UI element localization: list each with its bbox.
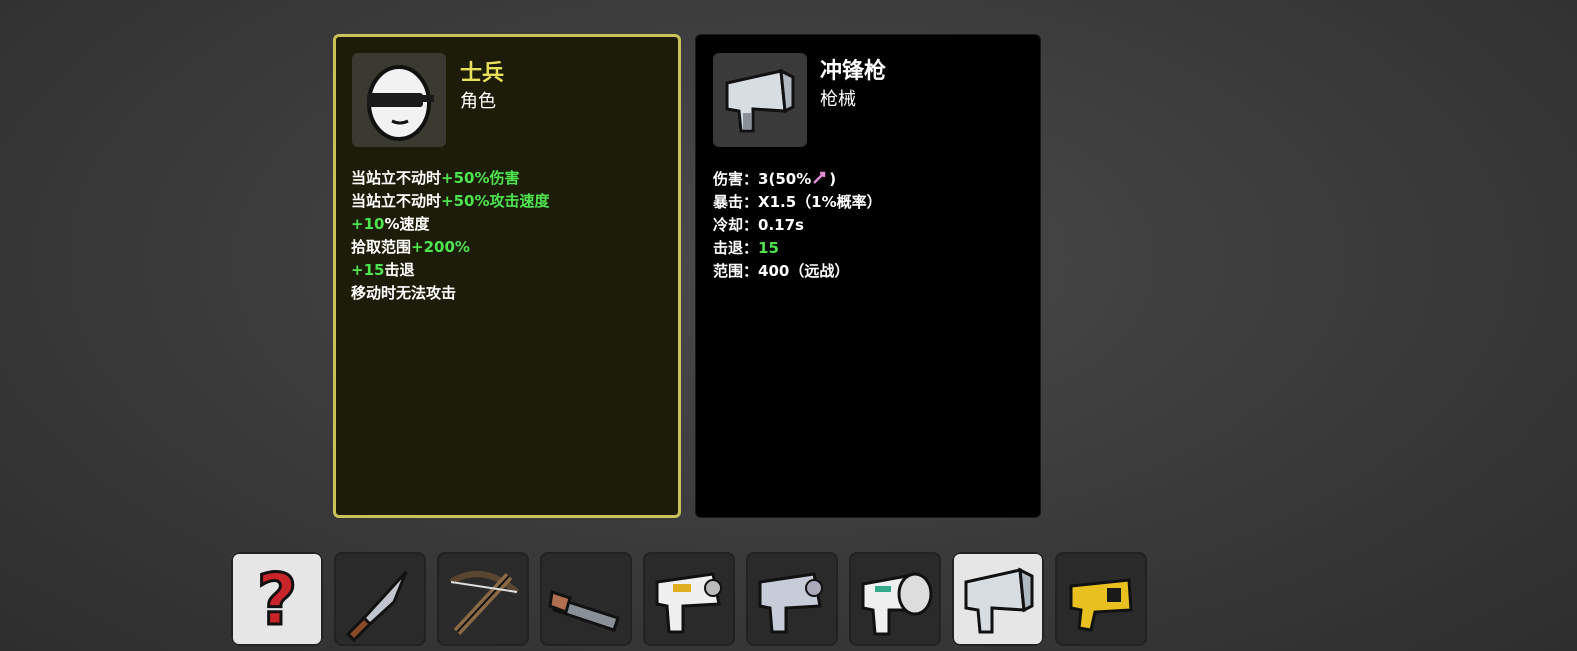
weapon-selection-bar: ? [231,552,1147,646]
soldier-egg-sunglasses-icon [367,65,434,141]
crossbow-icon [449,571,519,636]
stat-separator: ： [743,262,759,280]
double-barrel-shotgun-icon [548,590,620,632]
random-question-icon: ? [255,558,299,643]
stat-label: 范围 [713,262,744,280]
stat-label: 击退 [713,239,744,257]
effect-value: +50%伤害 [441,169,520,187]
weapon-slot[interactable] [952,552,1044,646]
weapon-type: 枪械 [820,89,856,110]
effect-text: 击退 [384,261,415,279]
effect-text: 移动时无法攻击 [351,284,457,302]
character-type: 角色 [460,91,496,112]
effect-text: 当站立不动时 [351,192,442,210]
effect-line: 拾取范围+200% [351,236,550,259]
stat-separator: ： [743,170,759,188]
stat-value: 15 [758,239,779,257]
effect-line: 当站立不动时+50%攻击速度 [351,190,550,213]
effect-value: +200% [411,238,470,256]
effect-line: +15击退 [351,259,550,282]
yellow-blaster-icon [1069,578,1133,632]
stat-value: X1.5（1%概率） [758,193,882,211]
weapon-stats: 伤害：3(50%) 暴击：X1.5（1%概率） 冷却：0.17s 击退：15 范围：40… [713,168,882,283]
character-card: 士兵 角色 当站立不动时+50%伤害 当站立不动时+50%攻击速度 +10%速度 拾取… [333,34,681,518]
stat-value: 0.17s [758,216,804,234]
weapon-portrait [713,53,807,147]
weapon-slot[interactable] [334,552,426,646]
ranged-damage-icon [813,171,826,184]
effect-value: +50%攻击速度 [441,192,550,210]
weapon-slot[interactable] [1055,552,1147,646]
weapon-card: 冲锋枪 枪械 伤害：3(50%) 暴击：X1.5（1%概率） 冷却：0.17s 击退：… [695,34,1041,518]
knife-icon [345,570,408,643]
weapon-name: 冲锋枪 [820,59,887,84]
weapon-slot[interactable]: ? [231,552,323,646]
effect-text: %速度 [384,215,430,233]
weapon-slot[interactable] [540,552,632,646]
stat-value: 3(50% [758,170,812,188]
weapon-slot[interactable] [437,552,529,646]
stat-separator: ： [743,193,759,211]
character-name: 士兵 [460,61,505,86]
stat-separator: ： [743,239,759,257]
pistol-icon [758,572,823,634]
stat-separator: ： [743,216,759,234]
stat-line: 击退：15 [713,237,882,260]
weapon-slot[interactable] [643,552,735,646]
character-portrait [352,53,446,147]
svg-text:?: ? [257,559,298,641]
effect-line: +10%速度 [351,213,550,236]
stat-label: 冷却 [713,216,744,234]
effect-line: 当站立不动时+50%伤害 [351,167,550,190]
stat-label: 伤害 [713,170,744,188]
weapon-slot[interactable] [849,552,941,646]
stat-value: 400（远战） [758,262,850,280]
smg-icon [964,567,1034,634]
effect-line: 移动时无法攻击 [351,282,550,305]
stat-label: 暴击 [713,193,744,211]
effect-text: 当站立不动时 [351,169,442,187]
weapon-slot[interactable] [746,552,838,646]
effect-text: 拾取范围 [351,238,412,256]
taser-gun-icon [655,572,722,634]
minigun-icon [861,572,933,636]
effect-value: +15 [351,261,385,279]
stat-line: 伤害：3(50%) [713,168,882,191]
stat-suffix: ) [829,170,837,188]
stat-line: 暴击：X1.5（1%概率） [713,191,882,214]
stat-line: 范围：400（远战） [713,260,882,283]
smg-icon [725,68,795,133]
effect-value: +10 [351,215,385,233]
stat-line: 冷却：0.17s [713,214,882,237]
character-effects: 当站立不动时+50%伤害 当站立不动时+50%攻击速度 +10%速度 拾取范围+200… [351,167,550,305]
